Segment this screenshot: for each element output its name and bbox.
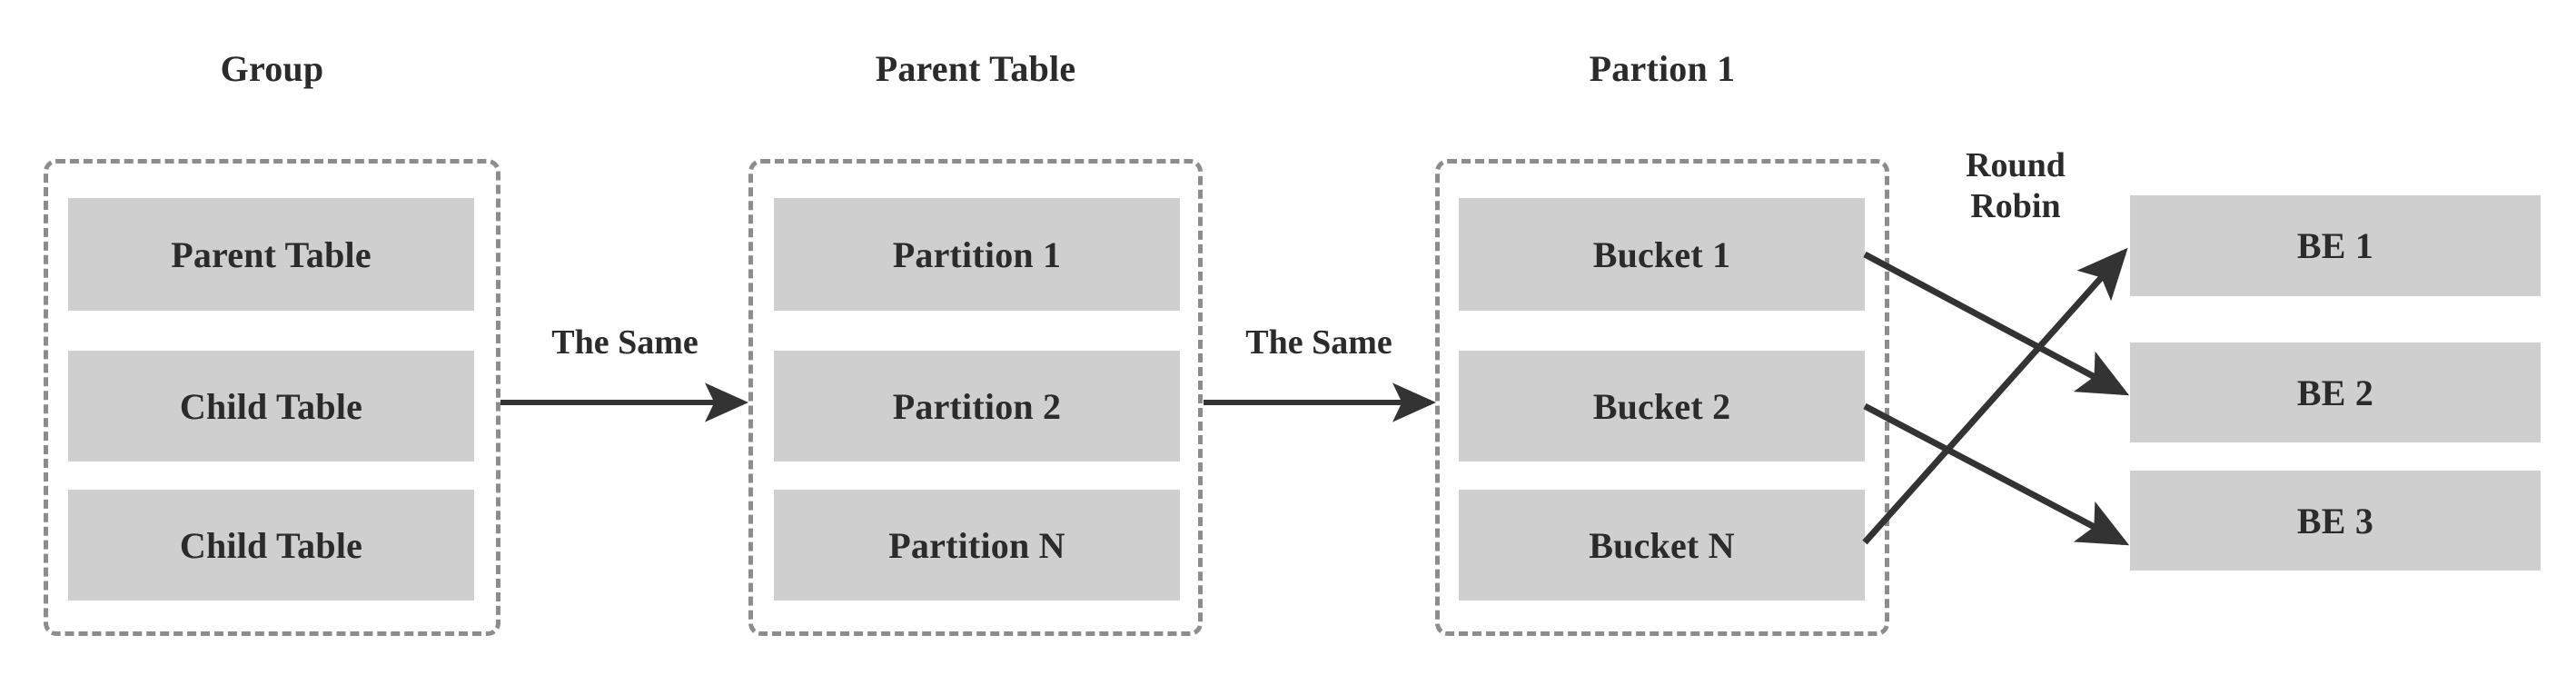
parent-table-item-partition-1[interactable]: Partition 1 <box>774 198 1180 311</box>
column-title-parent-table: Parent Table <box>875 48 1076 89</box>
backend-box-be-2[interactable]: BE 2 <box>2130 342 2541 442</box>
partition-item-label: Bucket N <box>1589 524 1735 566</box>
parent-table-item-label: Partition 1 <box>892 233 1062 275</box>
parent-table-item-partition-2[interactable]: Partition 2 <box>774 351 1180 462</box>
backend-label: BE 1 <box>2296 225 2374 266</box>
edge-label-the-same-1: The Same <box>551 323 698 362</box>
partition-item-bucket-1[interactable]: Bucket 1 <box>1459 198 1865 311</box>
backend-box-be-1[interactable]: BE 1 <box>2130 195 2541 296</box>
partition-item-bucket-2[interactable]: Bucket 2 <box>1459 351 1865 462</box>
partition-item-label: Bucket 2 <box>1592 385 1731 427</box>
edge-label-the-same-2: The Same <box>1245 323 1392 362</box>
group-item-label: Child Table <box>179 524 363 566</box>
group-item-parent-table[interactable]: Parent Table <box>68 198 474 311</box>
edge-label-round-robin: Round Robin <box>1966 146 2066 225</box>
arrow-bucket-2-to-be-3 <box>1863 402 2130 546</box>
backend-label: BE 3 <box>2296 500 2374 541</box>
column-title-group: Group <box>220 48 324 89</box>
group-item-label: Parent Table <box>171 233 372 275</box>
group-item-label: Child Table <box>179 385 363 427</box>
backend-box-be-3[interactable]: BE 3 <box>2130 471 2541 571</box>
arrow-bucket-1-to-be-2 <box>1863 251 2130 396</box>
parent-table-item-label: Partition N <box>888 524 1065 566</box>
parent-table-item-partition-n[interactable]: Partition N <box>774 490 1180 601</box>
group-item-child-table-2[interactable]: Child Table <box>68 490 474 601</box>
partition-item-bucket-n[interactable]: Bucket N <box>1459 490 1865 601</box>
partition-item-label: Bucket 1 <box>1592 233 1731 275</box>
column-title-partition: Partion 1 <box>1589 48 1736 89</box>
group-item-child-table-1[interactable]: Child Table <box>68 351 474 462</box>
arrow-bucket-n-to-be-1 <box>1862 247 2128 545</box>
diagram-canvas: Group Parent Table Child Table Child Tab… <box>0 0 2576 685</box>
parent-table-item-label: Partition 2 <box>892 385 1062 427</box>
backend-label: BE 2 <box>2296 372 2374 413</box>
